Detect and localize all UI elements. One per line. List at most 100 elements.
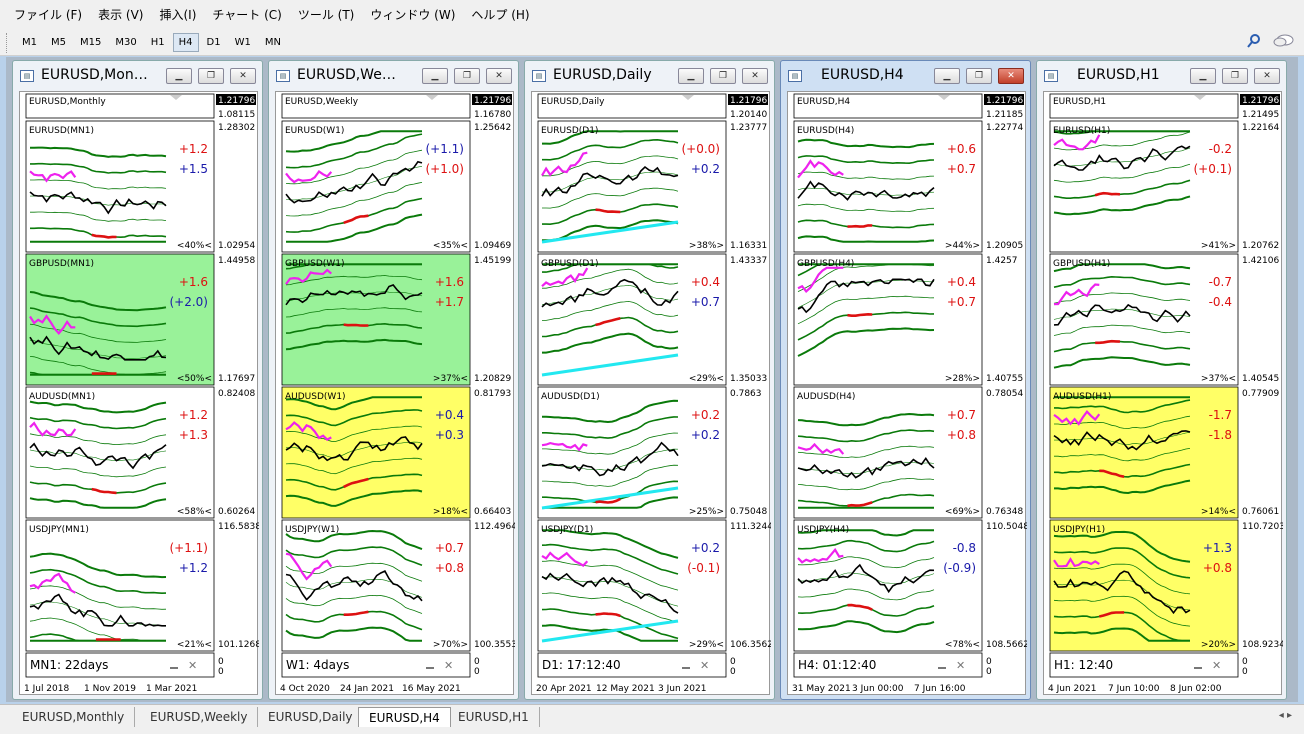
- chart-client-area[interactable]: EURUSD,Monthly 1.21796 1.08115 EURUSD(MN1) +…: [19, 91, 259, 695]
- restore-button[interactable]: ❐: [966, 68, 992, 84]
- window-titlebar[interactable]: ▤ EURUSD,H4 ▁ ❐ ✕: [781, 61, 1030, 91]
- close-icon[interactable]: ✕: [956, 659, 965, 672]
- tab-scroll-arrows[interactable]: ◂ ▸: [1279, 710, 1292, 721]
- chart-client-area[interactable]: EURUSD,Weekly 1.21796 1.16780 EURUSD(W1) (+1…: [275, 91, 515, 695]
- sub-chart-gbpusdw1[interactable]: GBPUSD(W1) +1.6 +1.7 >37%< 1.45199 1.20829: [281, 253, 511, 386]
- band-percent: >38%>: [689, 241, 724, 251]
- timeframe-d1[interactable]: D1: [201, 33, 227, 52]
- search-icon[interactable]: [1246, 33, 1262, 49]
- main-symbol-label: EURUSD,H4: [797, 97, 850, 107]
- close-button[interactable]: ✕: [742, 68, 768, 84]
- sub-chart-audusdh4[interactable]: AUDUSD(H4) +0.7 +0.8 <69%> 0.78054 0.76348: [793, 386, 1023, 519]
- close-button[interactable]: ✕: [1254, 68, 1280, 84]
- close-button[interactable]: ✕: [486, 68, 512, 84]
- deviation-value-2: +0.8: [435, 561, 464, 575]
- chart-client-area[interactable]: EURUSD,Daily 1.21796 1.20140 EURUSD(D1) (+0.…: [531, 91, 771, 695]
- minimize-button[interactable]: ▁: [1190, 68, 1216, 84]
- timeframe-buttons: M1 M5 M15 M30 H1 H4 D1 W1 MN: [16, 33, 289, 52]
- sub-chart-audusdd1[interactable]: AUDUSD(D1) +0.2 +0.2 >25%> 0.7863 0.75048: [537, 386, 767, 519]
- chart-window-1[interactable]: ▤ EURUSD,We… ▁ ❐ ✕ EURUSD,Weekly 1.21796 1.1678…: [268, 60, 519, 700]
- sub-chart-gbpusdh1[interactable]: GBPUSD(H1) -0.7 -0.4 >37%< 1.42106 1.40545: [1049, 253, 1279, 386]
- timeframe-m1[interactable]: M1: [16, 33, 43, 52]
- scale-top: 111.32445: [730, 522, 771, 532]
- chart-window-3[interactable]: ▤ EURUSD,H4 ▁ ❐ ✕ EURUSD,H4 1.21796 1.21185 EURU…: [780, 60, 1031, 700]
- minimize-button[interactable]: ▁: [678, 68, 704, 84]
- restore-button[interactable]: ❐: [710, 68, 736, 84]
- sub-chart-gbpusdh4[interactable]: GBPUSD(H4) +0.4 +0.7 >28%> 1.4257 1.40755: [793, 253, 1023, 386]
- sub-chart-usdjpyh4[interactable]: USDJPY(H4) -0.8 (-0.9) <78%< 110.50481 108.56…: [793, 519, 1027, 652]
- timeframe-mn[interactable]: MN: [259, 33, 287, 52]
- chart-client-area[interactable]: EURUSD,H1 1.21796 1.21495 EURUSD(H1) -0.2 (+0…: [1043, 91, 1283, 695]
- panel-symbol-label: GBPUSD(MN1): [29, 259, 94, 269]
- scale-top: 1.43337: [730, 256, 767, 266]
- minimize-button[interactable]: ▁: [422, 68, 448, 84]
- window-titlebar[interactable]: ▤ EURUSD,Daily ▁ ❐ ✕: [525, 61, 774, 91]
- panel-symbol-label: GBPUSD(W1): [285, 259, 344, 269]
- panel-symbol-label: EURUSD(W1): [285, 126, 344, 136]
- sub-chart-eurusdd1[interactable]: EURUSD(D1) (+0.0) +0.2 >38%> 1.23777 1.16331: [537, 120, 767, 253]
- chart-window-2[interactable]: ▤ EURUSD,Daily ▁ ❐ ✕ EURUSD,Daily 1.21796 1.201…: [524, 60, 775, 700]
- sub-chart-gbpusdmn1[interactable]: GBPUSD(MN1) +1.6 (+2.0) <50%< 1.44958 1.17697: [25, 253, 255, 386]
- toolbar-right-icons: [1246, 33, 1294, 49]
- sub-chart-usdjpyh1[interactable]: USDJPY(H1) +1.3 +0.8 >20%> 110.7203 108.92349: [1049, 519, 1283, 652]
- close-button[interactable]: ✕: [998, 68, 1024, 84]
- chart-window-0[interactable]: ▤ EURUSD,Mon… ▁ ❐ ✕ EURUSD,Monthly 1.21796 1.08…: [12, 60, 263, 700]
- restore-button[interactable]: ❐: [454, 68, 480, 84]
- close-icon[interactable]: ✕: [444, 659, 453, 672]
- chart-tab-4[interactable]: EURUSD,H1: [448, 707, 540, 727]
- sub-chart-eurusdmn1[interactable]: EURUSD(MN1) +1.2 +1.5 <40%< 1.28302 1.02954: [25, 120, 255, 253]
- menu-item-3[interactable]: チャート (C): [204, 0, 289, 30]
- scale-bottom: 1.20829: [474, 374, 511, 384]
- menu-item-4[interactable]: ツール (T): [290, 0, 363, 30]
- sub-chart-audusdmn1[interactable]: AUDUSD(MN1) +1.2 +1.3 <58%< 0.82408 0.60264: [25, 386, 255, 519]
- scale-bottom: 0.76348: [986, 507, 1023, 517]
- chart-tab-3[interactable]: EURUSD,H4: [358, 707, 451, 727]
- price-box-value: 1.21796: [474, 96, 511, 106]
- main-scale-value: 1.08115: [218, 110, 255, 120]
- close-icon[interactable]: ✕: [700, 659, 709, 672]
- chart-tab-1[interactable]: EURUSD,Weekly: [140, 707, 259, 727]
- sub-chart-eurusdw1[interactable]: EURUSD(W1) (+1.1) (+1.0) <35%< 1.25642 1.0946…: [281, 120, 511, 253]
- deviation-value-1: +0.7: [947, 408, 976, 422]
- minimize-button[interactable]: ▁: [166, 68, 192, 84]
- chat-bubble-icon[interactable]: [1272, 33, 1294, 49]
- menu-item-0[interactable]: ファイル (F): [6, 0, 90, 30]
- close-button[interactable]: ✕: [230, 68, 256, 84]
- menu-item-6[interactable]: ヘルプ (H): [463, 0, 537, 30]
- band-percent: >29%<: [689, 640, 724, 650]
- sub-chart-eurusdh1[interactable]: EURUSD(H1) -0.2 (+0.1) >41%> 1.22164 1.20762: [1049, 120, 1279, 253]
- minimize-button[interactable]: ▁: [934, 68, 960, 84]
- sub-chart-gbpusdd1[interactable]: GBPUSD(D1) +0.4 +0.7 <29%< 1.43337 1.35033: [537, 253, 767, 386]
- menu-item-1[interactable]: 表示 (V): [90, 0, 151, 30]
- timeframe-m15[interactable]: M15: [74, 33, 107, 52]
- window-titlebar[interactable]: ▤ EURUSD,H1 ▁ ❐ ✕: [1037, 61, 1286, 91]
- window-titlebar[interactable]: ▤ EURUSD,Mon… ▁ ❐ ✕: [13, 61, 262, 91]
- chart-client-area[interactable]: EURUSD,H4 1.21796 1.21185 EURUSD(H4) +0.6 +0.…: [787, 91, 1027, 695]
- timeframe-h1[interactable]: H1: [145, 33, 171, 52]
- timeframe-w1[interactable]: W1: [229, 33, 257, 52]
- sub-chart-usdjpyd1[interactable]: USDJPY(D1) +0.2 (-0.1) >29%< 111.32445 106.35…: [537, 519, 771, 652]
- window-titlebar[interactable]: ▤ EURUSD,We… ▁ ❐ ✕: [269, 61, 518, 91]
- chart-tab-2[interactable]: EURUSD,Daily: [258, 707, 364, 727]
- sub-chart-audusdw1[interactable]: AUDUSD(W1) +0.4 +0.3 >18%< 0.81793 0.66403: [281, 386, 511, 519]
- timeframe-m30[interactable]: M30: [109, 33, 142, 52]
- sub-chart-usdjpyw1[interactable]: USDJPY(W1) +0.7 +0.8 >70%> 112.49643 100.3553…: [281, 519, 515, 652]
- window-title: EURUSD,H1: [1077, 67, 1160, 83]
- restore-button[interactable]: ❐: [198, 68, 224, 84]
- restore-button[interactable]: ❐: [1222, 68, 1248, 84]
- chart-window-4[interactable]: ▤ EURUSD,H1 ▁ ❐ ✕ EURUSD,H1 1.21796 1.21495 EURU…: [1036, 60, 1287, 700]
- close-icon[interactable]: ✕: [188, 659, 197, 672]
- chart-window-icon: ▤: [788, 70, 802, 82]
- sub-chart-audusdh1[interactable]: AUDUSD(H1) -1.7 -1.8 >14%< 0.77909 0.76061: [1049, 386, 1279, 519]
- close-icon[interactable]: ✕: [1212, 659, 1221, 672]
- window-buttons: ▁ ❐ ✕: [678, 68, 768, 84]
- menu-item-5[interactable]: ウィンドウ (W): [362, 0, 463, 30]
- chart-tab-0[interactable]: EURUSD,Monthly: [12, 707, 136, 727]
- menu-item-2[interactable]: 挿入(I): [151, 0, 204, 30]
- scale-top: 0.78054: [986, 389, 1023, 399]
- deviation-value-2: +0.8: [947, 428, 976, 442]
- sub-chart-usdjpymn1[interactable]: USDJPY(MN1) (+1.1) +1.2 <21%< 116.58389 101.1…: [25, 519, 259, 652]
- timeframe-h4[interactable]: H4: [172, 33, 199, 52]
- sub-chart-eurusdh4[interactable]: EURUSD(H4) +0.6 +0.7 >44%> 1.22774 1.20905: [793, 120, 1023, 253]
- timeframe-m5[interactable]: M5: [45, 33, 72, 52]
